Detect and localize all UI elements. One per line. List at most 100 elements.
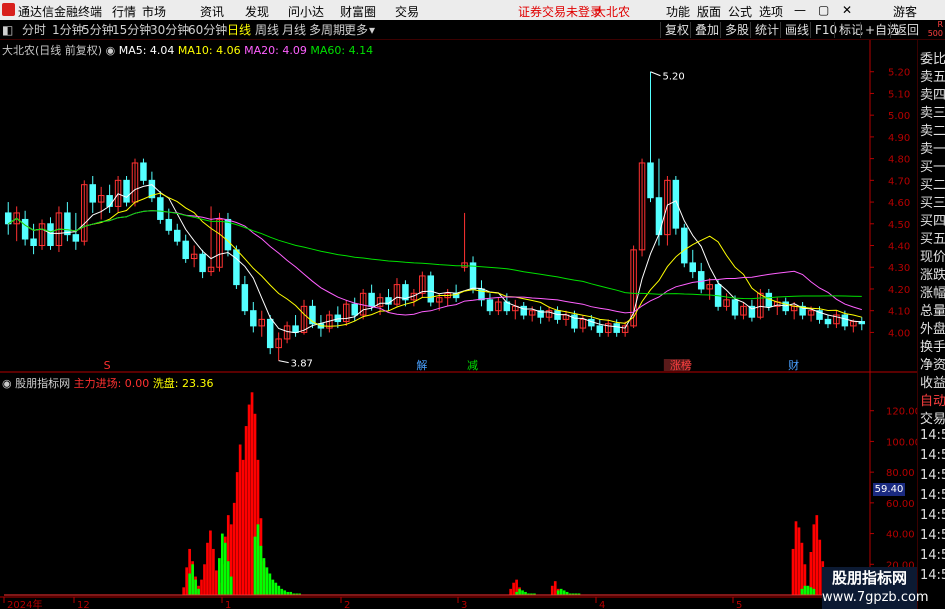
menu-function[interactable]: 功能 [666, 3, 690, 20]
wash-bar [256, 524, 260, 595]
wash-bar [265, 567, 269, 595]
main-entry-bar [235, 472, 239, 595]
ma60-line [7, 210, 862, 300]
menu-options[interactable]: 选项 [759, 3, 783, 20]
pin-icon[interactable]: ◧ [2, 22, 13, 38]
multi-stock-button[interactable]: 多股 [720, 22, 753, 38]
candle-body [89, 184, 96, 203]
indicator-tick-label: 80.00 [886, 468, 915, 479]
time-tick-label: 2 [344, 600, 350, 609]
wash-bar [800, 588, 804, 595]
period-30min[interactable]: 30分钟 [150, 22, 189, 38]
price-tick-label: 5.00 [888, 111, 910, 122]
indicator-tick-label: 60.00 [886, 499, 915, 510]
main-entry-bar [212, 548, 215, 595]
period-daily[interactable]: 日线 [227, 22, 251, 38]
side-item-20[interactable]: 交易 [920, 408, 945, 427]
restore-icon[interactable]: ▢ [818, 3, 829, 17]
menu-trade[interactable]: 交易 [395, 3, 419, 20]
period-1min[interactable]: 1分钟 [52, 22, 84, 38]
menu-layout[interactable]: 版面 [697, 3, 721, 20]
side-item-16[interactable]: 换手 [920, 336, 945, 355]
price-tick-label: 5.10 [888, 89, 910, 100]
period-timeshare[interactable]: 分时 [22, 22, 46, 38]
menu-fortune-circle[interactable]: 财富圈 [340, 3, 376, 20]
period-15min[interactable]: 15分钟 [112, 22, 151, 38]
wash-bar [197, 588, 200, 595]
period-weekly[interactable]: 周线 [255, 22, 279, 38]
price-tick-label: 4.60 [888, 198, 910, 209]
wash-bar [259, 545, 263, 595]
draw-line-button[interactable]: 画线 [780, 22, 813, 38]
main-entry-bar [182, 587, 186, 595]
candle-body [173, 229, 181, 242]
side-top-500: 500 [927, 29, 943, 38]
side-item-12[interactable]: 涨跌 [920, 264, 945, 283]
kline-chart[interactable]: 4.00 4.10 4.20 4.30 4.40 4.50 4.60 4.70 4.80 4.90… [0, 40, 917, 609]
period-monthly[interactable]: 月线 [282, 22, 306, 38]
side-item-22[interactable]: 14:56 [920, 448, 945, 463]
wash-bar [803, 585, 807, 595]
side-item-17[interactable]: 净资 [920, 354, 945, 373]
menu-formula[interactable]: 公式 [728, 3, 752, 20]
side-item-13[interactable]: 涨幅 [920, 282, 945, 301]
side-item-26[interactable]: 14:56 [920, 528, 945, 543]
adjust-button[interactable]: 复权 [660, 22, 693, 38]
login-notice[interactable]: 证券交易未登录 [518, 3, 602, 20]
close-icon[interactable]: ✕ [842, 3, 852, 17]
price-tick-label: 5.20 [888, 68, 910, 79]
main-entry-bar [185, 567, 188, 595]
wash-bar [280, 588, 284, 595]
side-item-2[interactable]: 卖四 [920, 84, 945, 103]
candle-body [841, 314, 849, 327]
side-item-11[interactable]: 现价 [920, 246, 945, 265]
guest-label[interactable]: 游客 [893, 3, 917, 20]
side-item-4[interactable]: 卖二 [920, 120, 945, 139]
menu-quotes[interactable]: 行情 [112, 3, 136, 20]
period-multi[interactable]: 多周期 [309, 22, 345, 38]
wash-bar [191, 564, 194, 595]
event-marker: 涨榜 [670, 358, 692, 372]
side-item-7[interactable]: 买二 [920, 174, 945, 193]
side-item-18[interactable]: 收益 [920, 372, 945, 391]
side-item-1[interactable]: 卖五 [920, 66, 945, 85]
candle-body [689, 262, 697, 273]
indicator-settings-icon[interactable]: ◉ [2, 377, 12, 390]
period-60min[interactable]: 60分钟 [188, 22, 227, 38]
side-item-24[interactable]: 14:56 [920, 488, 945, 503]
candle-body [233, 249, 240, 286]
side-item-14[interactable]: 总量 [920, 300, 945, 319]
main-entry-bar [815, 515, 819, 595]
overlay-button[interactable]: 叠加 [690, 22, 723, 38]
side-item-27[interactable]: 14:56 [920, 548, 945, 563]
menu-news[interactable]: 资讯 [200, 3, 224, 20]
main-entry-bar [232, 502, 236, 595]
stats-button[interactable]: 统计 [750, 22, 783, 38]
menu-ask[interactable]: 问小达 [288, 3, 324, 20]
side-item-15[interactable]: 外盘 [920, 318, 945, 337]
side-item-0[interactable]: 委比 [920, 48, 945, 67]
dropdown-icon[interactable]: ▾ [369, 22, 375, 38]
side-item-19[interactable]: 自动 [920, 390, 945, 409]
main-entry-bar [812, 524, 816, 595]
candle-body [106, 195, 113, 207]
side-item-6[interactable]: 买一 [920, 156, 945, 175]
side-item-21[interactable]: 14:56 [920, 428, 945, 443]
side-item-8[interactable]: 买三 [920, 192, 945, 211]
side-item-23[interactable]: 14:56 [920, 468, 945, 483]
settings-dot-icon[interactable]: ◉ [106, 44, 116, 57]
menu-market[interactable]: 市场 [142, 3, 166, 20]
side-item-28[interactable]: 14:56 [920, 568, 945, 583]
legend-ma60: MA60: 4.14 [310, 44, 374, 57]
side-item-3[interactable]: 卖三 [920, 102, 945, 121]
period-5min[interactable]: 5分钟 [82, 22, 114, 38]
period-more[interactable]: 更多 [344, 22, 368, 38]
menu-discover[interactable]: 发现 [245, 3, 269, 20]
side-item-5[interactable]: 卖一 [920, 138, 945, 157]
side-item-9[interactable]: 买四 [920, 210, 945, 229]
side-item-10[interactable]: 买五 [920, 228, 945, 247]
side-item-25[interactable]: 14:56 [920, 508, 945, 523]
minimize-icon[interactable]: — [794, 3, 806, 17]
legend-ma20: MA20: 4.09 [244, 44, 307, 57]
indicator-title[interactable]: 股朋指标网 [15, 377, 70, 390]
